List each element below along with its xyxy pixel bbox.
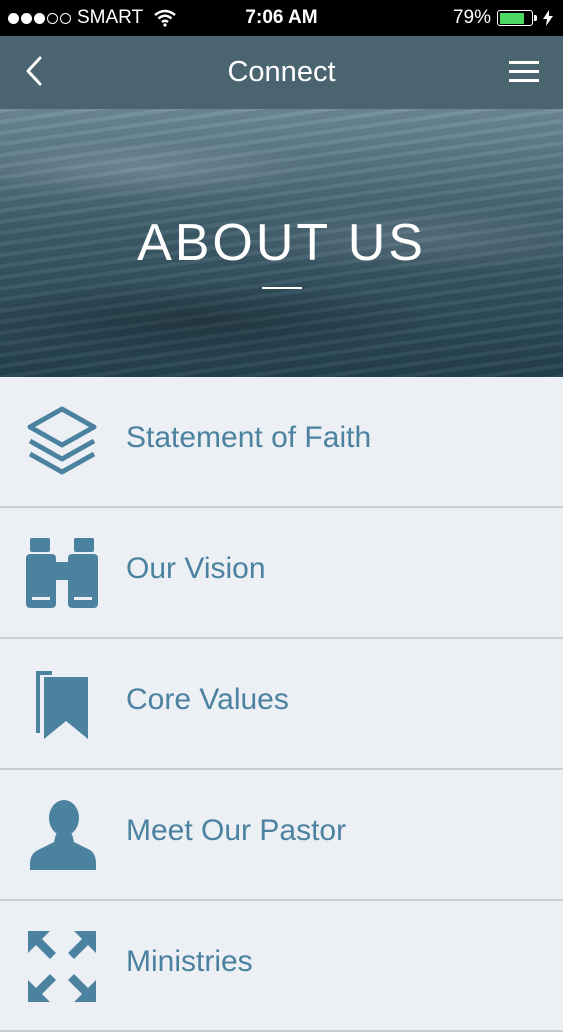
navigation-bar: Connect bbox=[0, 36, 563, 109]
battery-status: 79% bbox=[453, 7, 553, 29]
about-menu-list: Statement of Faith Our Vision Core Value… bbox=[0, 377, 563, 1032]
menu-item-statement-of-faith[interactable]: Statement of Faith bbox=[0, 377, 563, 508]
menu-item-label: Meet Our Pastor bbox=[126, 814, 347, 847]
binoculars-icon bbox=[26, 536, 98, 611]
menu-item-core-values[interactable]: Core Values bbox=[0, 639, 563, 770]
hamburger-menu-icon bbox=[509, 61, 539, 82]
hero-banner: ABOUT US bbox=[0, 109, 563, 377]
menu-item-ministries[interactable]: Ministries bbox=[0, 901, 563, 1032]
menu-item-meet-our-pastor[interactable]: Meet Our Pastor bbox=[0, 770, 563, 901]
menu-item-our-vision[interactable]: Our Vision bbox=[0, 508, 563, 639]
page-title: Connect bbox=[227, 56, 336, 88]
menu-item-label: Our Vision bbox=[126, 552, 266, 585]
hero-heading: ABOUT US bbox=[137, 214, 426, 272]
menu-item-label: Statement of Faith bbox=[126, 421, 372, 454]
menu-button[interactable] bbox=[507, 58, 541, 86]
charging-bolt-icon bbox=[543, 10, 553, 26]
menu-item-label: Core Values bbox=[126, 683, 289, 716]
battery-icon bbox=[497, 10, 533, 26]
bookmark-icon bbox=[26, 667, 98, 742]
hero-divider bbox=[262, 287, 302, 289]
layers-icon bbox=[26, 405, 98, 480]
battery-percent: 79% bbox=[452, 7, 491, 28]
expand-arrows-icon bbox=[26, 929, 98, 1004]
person-icon bbox=[26, 798, 98, 873]
menu-item-label: Ministries bbox=[126, 945, 253, 978]
status-bar: SMART 7:06 AM 79% bbox=[0, 0, 563, 36]
